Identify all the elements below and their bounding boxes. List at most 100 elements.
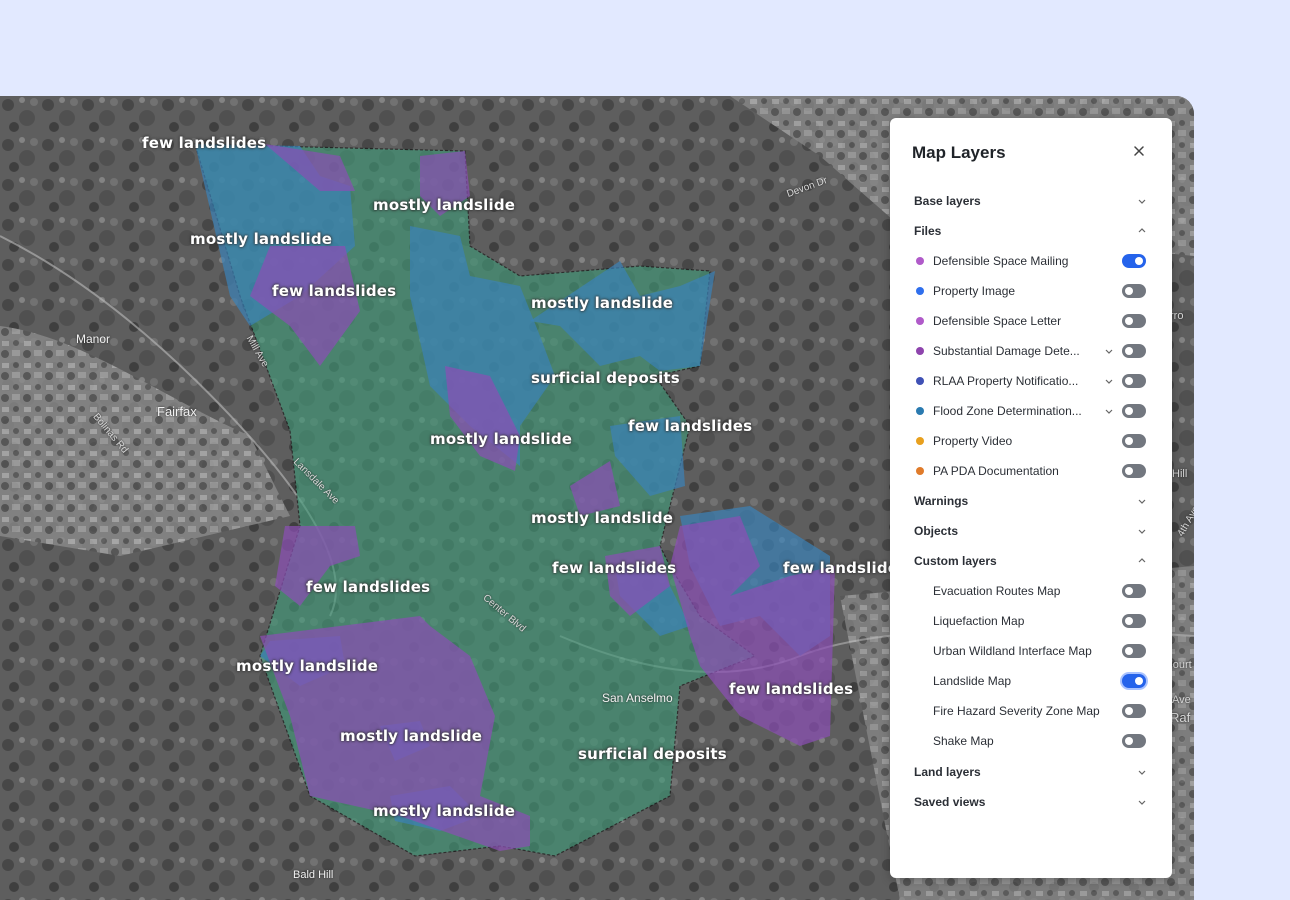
custom-item-liquefaction[interactable]: Liquefaction Map bbox=[890, 606, 1172, 636]
zone-label: mostly landslide bbox=[373, 196, 516, 214]
layer-color-dot bbox=[916, 407, 924, 415]
item-label: Defensible Space Letter bbox=[933, 314, 1062, 328]
zone-label: few landslides bbox=[552, 559, 677, 577]
zone-label: mostly landslide bbox=[531, 294, 674, 312]
item-label: Urban Wildland Interface Map bbox=[933, 644, 1092, 658]
item-label: PA PDA Documentation bbox=[933, 464, 1059, 478]
file-item-property-video[interactable]: Property Video bbox=[890, 426, 1172, 456]
custom-item-fire-hazard[interactable]: Fire Hazard Severity Zone Map bbox=[890, 696, 1172, 726]
layer-toggle[interactable] bbox=[1122, 374, 1146, 388]
chevron-down-icon[interactable] bbox=[1104, 376, 1114, 386]
layer-toggle[interactable] bbox=[1122, 704, 1146, 718]
zone-label: few landslides bbox=[306, 578, 431, 596]
section-label: Custom layers bbox=[914, 554, 997, 568]
item-label: Property Image bbox=[933, 284, 1016, 298]
item-label: Liquefaction Map bbox=[933, 614, 1025, 628]
place-label: Fairfax bbox=[157, 404, 197, 419]
chevron-down-icon[interactable] bbox=[1104, 406, 1114, 416]
item-label: Fire Hazard Severity Zone Map bbox=[933, 704, 1100, 718]
layer-toggle[interactable] bbox=[1122, 284, 1146, 298]
layer-color-dot bbox=[916, 347, 924, 355]
custom-item-shake-map[interactable]: Shake Map bbox=[890, 726, 1172, 756]
layer-toggle[interactable] bbox=[1122, 734, 1146, 748]
street-label: Hill bbox=[1172, 468, 1188, 480]
map-layers-panel: Map Layers Base layers Files Defensible … bbox=[890, 118, 1172, 878]
file-item-substantial-damage[interactable]: Substantial Damage Dete... bbox=[890, 336, 1172, 366]
zone-label: mostly landslide bbox=[190, 230, 333, 248]
layer-toggle[interactable] bbox=[1122, 584, 1146, 598]
layer-toggle[interactable] bbox=[1122, 344, 1146, 358]
layer-color-dot bbox=[916, 377, 924, 385]
chevron-down-icon bbox=[1138, 199, 1146, 204]
zone-label: few landslides bbox=[272, 282, 397, 300]
zone-label: mostly landslide bbox=[236, 657, 379, 675]
item-label: Evacuation Routes Map bbox=[933, 584, 1061, 598]
layer-toggle[interactable] bbox=[1122, 644, 1146, 658]
section-warnings[interactable]: Warnings bbox=[890, 486, 1172, 516]
layer-color-dot bbox=[916, 287, 924, 295]
place-label: Bald Hill bbox=[293, 869, 334, 881]
section-land-layers[interactable]: Land layers bbox=[890, 757, 1172, 787]
item-label: Defensible Space Mailing bbox=[933, 254, 1069, 268]
item-label: Substantial Damage Dete... bbox=[933, 344, 1080, 358]
file-item-rlaa-property[interactable]: RLAA Property Notificatio... bbox=[890, 366, 1172, 396]
chevron-down-icon bbox=[1138, 529, 1146, 534]
section-custom-layers[interactable]: Custom layers bbox=[890, 546, 1172, 576]
zone-label: surficial deposits bbox=[578, 745, 727, 763]
section-label: Base layers bbox=[914, 194, 981, 208]
chevron-up-icon bbox=[1138, 228, 1146, 233]
close-icon bbox=[1134, 146, 1144, 156]
item-label: Shake Map bbox=[933, 734, 994, 748]
layer-color-dot bbox=[916, 467, 924, 475]
file-item-defensible-space-mailing[interactable]: Defensible Space Mailing bbox=[890, 246, 1172, 276]
item-label: Landslide Map bbox=[933, 674, 1012, 688]
zone-label: few landslides bbox=[783, 559, 908, 577]
layer-toggle[interactable] bbox=[1122, 614, 1146, 628]
file-item-pa-pda[interactable]: PA PDA Documentation bbox=[890, 456, 1172, 486]
zone-label: mostly landslide bbox=[340, 727, 483, 745]
section-label: Land layers bbox=[914, 765, 981, 779]
zone-label: mostly landslide bbox=[531, 509, 674, 527]
panel-title: Map Layers bbox=[912, 143, 1006, 162]
street-label: Ave bbox=[1172, 694, 1191, 706]
zone-label: few landslides bbox=[628, 417, 753, 435]
chevron-down-icon bbox=[1138, 770, 1146, 775]
file-item-defensible-space-letter[interactable]: Defensible Space Letter bbox=[890, 306, 1172, 336]
place-label: San Anselmo bbox=[602, 691, 673, 705]
section-saved-views[interactable]: Saved views bbox=[890, 787, 1172, 817]
item-label: RLAA Property Notificatio... bbox=[933, 374, 1079, 388]
zone-label: mostly landslide bbox=[430, 430, 573, 448]
section-base-layers[interactable]: Base layers bbox=[890, 186, 1172, 216]
file-item-property-image[interactable]: Property Image bbox=[890, 276, 1172, 306]
custom-item-landslide[interactable]: Landslide Map bbox=[890, 666, 1172, 696]
place-label: Manor bbox=[76, 332, 111, 346]
street-label: Raf bbox=[1170, 710, 1191, 725]
chevron-down-icon bbox=[1138, 499, 1146, 504]
custom-item-evacuation-routes[interactable]: Evacuation Routes Map bbox=[890, 576, 1172, 606]
zone-label: mostly landslide bbox=[373, 802, 516, 820]
layer-toggle[interactable] bbox=[1122, 314, 1146, 328]
app-background: few landslides mostly landslide mostly l… bbox=[0, 0, 1290, 900]
layer-toggle[interactable] bbox=[1122, 464, 1146, 478]
layer-toggle[interactable] bbox=[1122, 434, 1146, 448]
section-files[interactable]: Files bbox=[890, 216, 1172, 246]
file-item-flood-zone[interactable]: Flood Zone Determination... bbox=[890, 396, 1172, 426]
layer-color-dot bbox=[916, 257, 924, 265]
layer-toggle[interactable] bbox=[1122, 674, 1146, 688]
chevron-up-icon bbox=[1138, 558, 1146, 563]
chevron-down-icon[interactable] bbox=[1104, 346, 1114, 356]
custom-item-wildland-interface[interactable]: Urban Wildland Interface Map bbox=[890, 636, 1172, 666]
close-button[interactable] bbox=[1128, 140, 1150, 162]
item-label: Flood Zone Determination... bbox=[933, 404, 1082, 418]
item-label: Property Video bbox=[933, 434, 1013, 448]
section-label: Warnings bbox=[914, 494, 969, 508]
zone-label: surficial deposits bbox=[531, 369, 680, 387]
section-objects[interactable]: Objects bbox=[890, 516, 1172, 546]
layer-color-dot bbox=[916, 437, 924, 445]
section-label: Objects bbox=[914, 524, 959, 538]
section-label: Saved views bbox=[914, 795, 986, 809]
layer-toggle[interactable] bbox=[1122, 254, 1146, 268]
zone-label: few landslides bbox=[729, 680, 854, 698]
layer-color-dot bbox=[916, 317, 924, 325]
layer-toggle[interactable] bbox=[1122, 404, 1146, 418]
